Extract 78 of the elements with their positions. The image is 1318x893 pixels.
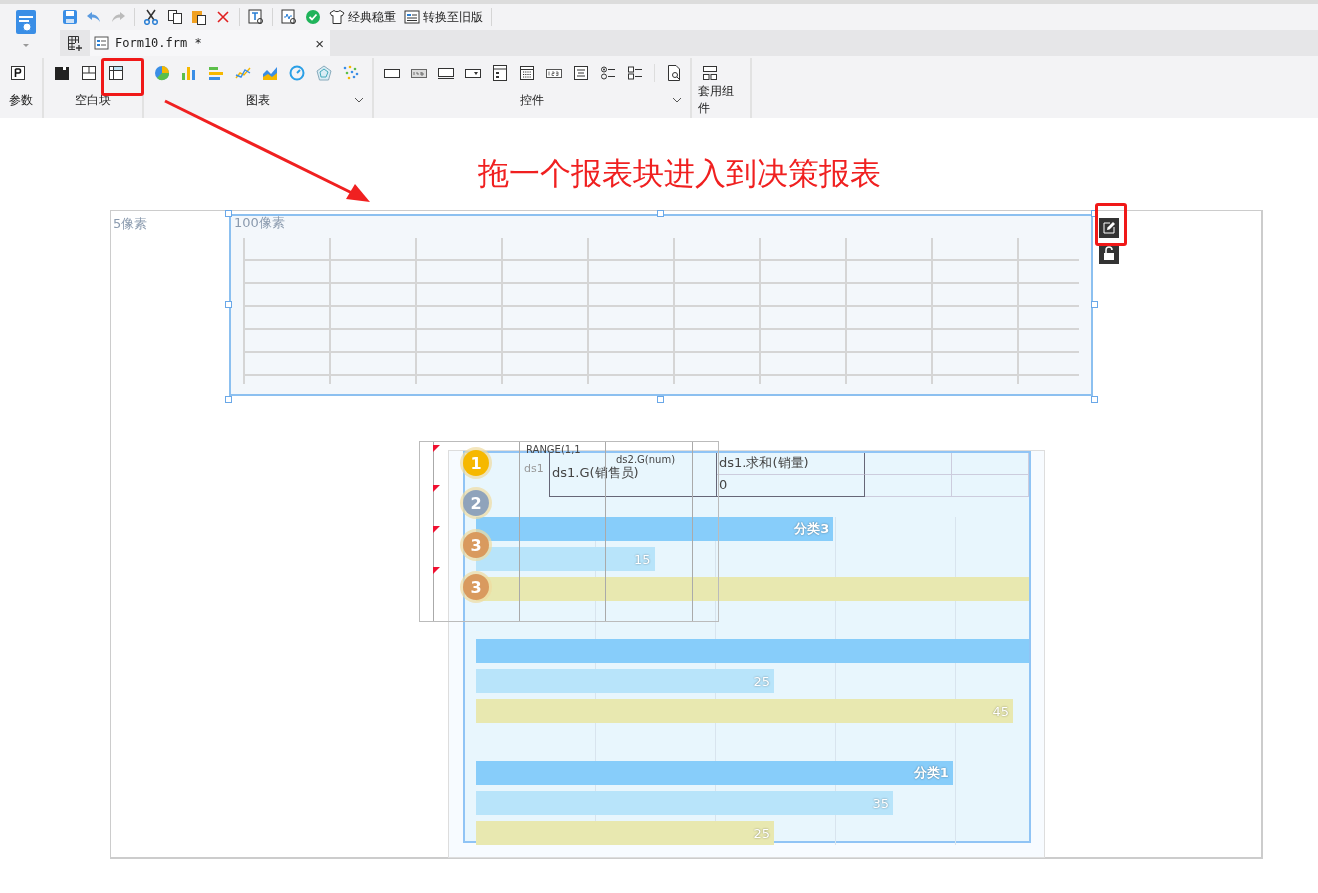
medal-icon: 3 [463, 532, 489, 558]
form-file-icon [94, 35, 110, 51]
ribbon-group-label: 控件 [520, 91, 544, 109]
ribbon-group-label: 套用组件 [698, 83, 735, 117]
document-tab[interactable]: Form10.frm * × [90, 30, 330, 56]
medal-icon: 1 [463, 450, 489, 476]
hbar-chart-icon[interactable] [208, 65, 224, 81]
medal-icon: 2 [463, 490, 489, 516]
cell-marker-icon [433, 526, 440, 533]
resize-handle[interactable] [225, 210, 232, 217]
report-block-icon[interactable] [108, 65, 124, 81]
resize-handle[interactable] [1091, 210, 1098, 217]
solid-block-icon[interactable] [54, 65, 70, 81]
layout-template-icon[interactable] [702, 65, 718, 81]
cell-marker-icon [433, 485, 440, 492]
data-label: 分类1 [913, 764, 950, 782]
area-chart-icon[interactable] [262, 65, 278, 81]
form-icon [404, 9, 420, 25]
cell-text: ds1 [524, 462, 544, 475]
height-label: 100像素 [234, 214, 285, 232]
app-menu-icon[interactable] [14, 8, 38, 48]
preview-page-icon[interactable] [666, 65, 682, 81]
calendar-control-icon[interactable] [519, 65, 535, 81]
copy-icon[interactable] [167, 9, 183, 25]
medal-icon: 3 [463, 574, 489, 600]
listbox-control-icon[interactable] [492, 65, 508, 81]
lock-icon[interactable] [1099, 244, 1119, 264]
cell-marker-icon [433, 567, 440, 574]
resize-handle[interactable] [1091, 301, 1098, 308]
cell-text: ds2.G(num) [616, 454, 676, 465]
annotation-caption: 拖一个报表块进入到决策报表 [478, 154, 881, 193]
pie-chart-icon[interactable] [154, 65, 170, 81]
data-label: 15 [634, 551, 652, 567]
delete-icon[interactable] [215, 9, 231, 25]
resize-handle[interactable] [657, 396, 664, 403]
cut-icon[interactable] [143, 9, 159, 25]
margin-label: 5像素 [113, 215, 148, 233]
textarea-control-icon[interactable] [573, 65, 589, 81]
gauge-chart-icon[interactable] [289, 65, 305, 81]
check-control-icon[interactable] [627, 65, 643, 81]
table-cell: 0 [717, 475, 865, 497]
text-search-icon[interactable] [248, 9, 264, 25]
resize-handle[interactable] [657, 210, 664, 217]
cell-marker-icon [433, 445, 440, 452]
data-label: 45 [992, 703, 1010, 719]
edit-icon[interactable] [1099, 218, 1119, 238]
table-cell: ds1.求和(销量) [717, 453, 865, 475]
line-chart-icon[interactable] [235, 65, 251, 81]
scatter-chart-icon[interactable] [343, 65, 359, 81]
theme-button[interactable]: 经典稳重 [329, 8, 396, 26]
chevron-down-icon[interactable] [672, 97, 682, 103]
check-icon[interactable] [305, 9, 321, 25]
resize-handle[interactable] [225, 396, 232, 403]
close-tab-button[interactable]: × [315, 34, 324, 52]
data-label: 25 [753, 673, 772, 689]
resize-handle[interactable] [1091, 396, 1098, 403]
parameter-icon[interactable] [10, 65, 26, 81]
highlight-box [1095, 203, 1127, 246]
highlight-box [101, 58, 144, 96]
shirt-icon [329, 9, 345, 25]
ribbon-group-label: 图表 [246, 91, 270, 109]
radio-control-icon[interactable] [600, 65, 616, 81]
paste-icon[interactable] [191, 9, 207, 25]
data-label: 25 [753, 825, 772, 841]
bar-chart-icon[interactable] [181, 65, 197, 81]
split-block-icon[interactable] [81, 65, 97, 81]
field-control-icon[interactable] [438, 65, 454, 81]
ribbon-group-label: 参数 [9, 91, 33, 109]
data-label: 分类3 [794, 520, 831, 538]
chevron-down-icon[interactable] [354, 97, 364, 103]
tab-title: Form10.frm * [115, 36, 203, 50]
preview-icon[interactable] [281, 9, 297, 25]
resize-handle[interactable] [225, 301, 232, 308]
ribbon-group-label: 空白块 [75, 91, 111, 109]
new-form-icon[interactable] [67, 35, 83, 51]
legacy-version-button[interactable]: 转换至旧版 [404, 8, 483, 26]
save-icon[interactable] [62, 9, 78, 25]
data-label: 35 [872, 795, 890, 811]
